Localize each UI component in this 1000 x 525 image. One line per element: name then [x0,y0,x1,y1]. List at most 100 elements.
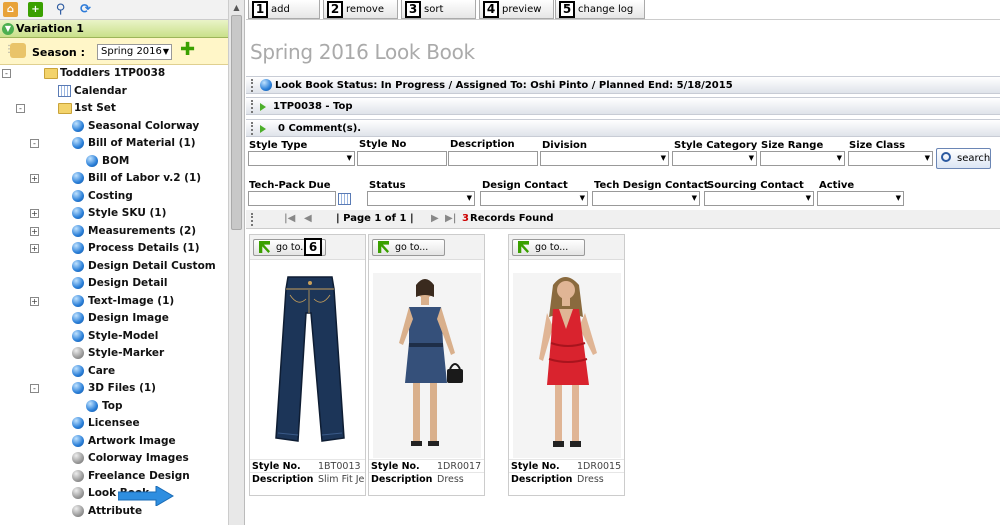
blue-ball-icon [72,277,84,289]
look-book-card: go to... 6 Style No. 1BT0013 Description… [249,234,366,496]
remove-button[interactable]: 2 remove [323,0,398,19]
tree-node[interactable]: Design Detail [0,275,228,292]
active-select[interactable]: ▼ [817,191,904,206]
chevron-down-icon: ▼ [691,194,697,202]
tree-node[interactable]: Style-Model [0,328,228,345]
comments-bar[interactable]: 0 Comment(s). [246,119,1000,137]
design-contact-select[interactable]: ▼ [480,191,588,206]
tree-node[interactable]: + Process Details (1) [0,240,228,257]
calendar-icon[interactable] [338,193,351,205]
tree-node-label: 3D Files (1) [88,382,156,394]
tree-node[interactable]: Seasonal Colorway [0,118,228,135]
size-range-select[interactable]: ▼ [760,151,845,166]
first-page-icon[interactable]: |◀ [284,210,295,228]
description-value: Dress [577,474,604,485]
blue-ball-icon [72,312,84,324]
blue-ball-icon [72,434,84,447]
tree-node[interactable]: + Measurements (2) [0,223,228,240]
tree-node[interactable]: Care [0,363,228,380]
tree-node[interactable]: - 1st Set [0,100,228,117]
description-input[interactable] [448,151,538,166]
expand-icon[interactable]: + [30,174,39,183]
tree-node[interactable]: + Bill of Labor v.2 (1) [0,170,228,187]
go-to-button[interactable]: go to... [512,239,585,256]
product-image-jeans[interactable] [254,273,362,458]
tree-node-label: Toddlers 1TP0038 [60,67,166,79]
home-icon[interactable]: ⌂ [3,2,18,17]
grey-ball-icon [72,487,84,499]
expand-triangle-icon[interactable] [260,125,266,133]
blue-ball-icon [72,417,84,429]
tree-node[interactable]: BOM [0,153,228,170]
sort-button[interactable]: 3 sort [401,0,476,19]
collapse-icon[interactable]: - [30,384,39,393]
last-page-icon[interactable]: ▶| [445,210,456,228]
tree-node-label: Seasonal Colorway [88,119,200,132]
search-button[interactable]: search [936,148,991,169]
collapse-icon[interactable]: - [16,104,25,113]
tree-node[interactable]: + Text-Image (1) [0,293,228,310]
tree-node[interactable]: - 3D Files (1) [0,380,228,397]
scroll-thumb[interactable] [231,15,242,230]
tech-pack-due-input[interactable] [248,191,336,206]
chevron-down-icon: ▼ [748,154,754,162]
status-label: Status [369,180,406,191]
tree-node[interactable]: - Toddlers 1TP0038 [0,65,228,82]
tree-node[interactable]: Artwork Image [0,433,228,450]
tree-node[interactable]: Look Book [0,485,228,502]
add-season-icon[interactable]: ✚ [180,41,195,59]
step-number: 2 [327,1,343,18]
grey-ball-icon [72,452,84,464]
season-select[interactable]: Spring 2016 ▼ [97,44,172,60]
product-image-dress-red[interactable] [513,273,621,458]
division-select[interactable]: ▼ [540,151,669,166]
tree-node[interactable]: Design Image [0,310,228,327]
add-button[interactable]: 1 add [248,0,320,19]
style-bar[interactable]: 1TP0038 - Top [246,97,1000,115]
tree-node[interactable]: Calendar [0,83,228,100]
expand-triangle-icon[interactable] [260,103,266,111]
collapse-icon[interactable]: - [30,139,39,148]
size-class-select[interactable]: ▼ [848,151,933,166]
go-to-button[interactable]: go to... [372,239,445,256]
tree-node[interactable]: Design Detail Custom [0,258,228,275]
variation-toggle-icon[interactable]: ▼ [2,23,14,35]
expand-icon[interactable]: + [30,244,39,253]
expand-icon[interactable]: + [30,296,39,306]
expand-icon[interactable]: + [30,209,39,218]
refresh-icon[interactable]: ⟳ [78,2,93,17]
tree-node[interactable]: + Style SKU (1) [0,205,228,222]
search-icon[interactable]: ⚲ [53,2,68,17]
sourcing-contact-select[interactable]: ▼ [704,191,814,206]
style-type-select[interactable]: ▼ [248,151,355,166]
style-no-label: Style No. [511,461,560,472]
scroll-up-icon[interactable]: ▲ [230,1,243,14]
style-no-input[interactable] [357,151,447,166]
search-icon [941,152,951,162]
prev-page-icon[interactable]: ◀ [304,210,312,228]
change-log-button[interactable]: 5 change log [555,0,645,19]
description-value: Dress [437,474,464,485]
tree-node[interactable]: Top [0,398,228,415]
card-toolbar: go to... 6 [250,235,365,260]
collapse-icon[interactable]: - [2,69,11,78]
look-book-icon [260,79,272,91]
product-image-dress-blue[interactable] [373,273,481,458]
tree-node[interactable]: - Bill of Material (1) [0,135,228,152]
tree-node[interactable]: Freelance Design [0,468,228,485]
description-label: Description [450,139,515,150]
variation-header[interactable]: ▼ Variation 1 [0,20,228,38]
tree-node[interactable]: Licensee [0,415,228,432]
status-select[interactable]: ▼ [367,191,475,206]
add-icon[interactable]: + [28,2,43,17]
tech-design-contact-select[interactable]: ▼ [592,191,700,206]
tree-node[interactable]: Style-Marker [0,345,228,362]
tree-node[interactable]: Colorway Images [0,450,228,467]
tree-node[interactable]: Costing [0,188,228,205]
tree-node[interactable]: Attribute [0,503,228,520]
style-category-select[interactable]: ▼ [672,151,757,166]
preview-button[interactable]: 4 preview [479,0,554,19]
next-page-icon[interactable]: ▶ [431,210,439,228]
expand-icon[interactable]: + [30,226,39,236]
sidebar-scrollbar[interactable]: ▲ [228,0,244,525]
